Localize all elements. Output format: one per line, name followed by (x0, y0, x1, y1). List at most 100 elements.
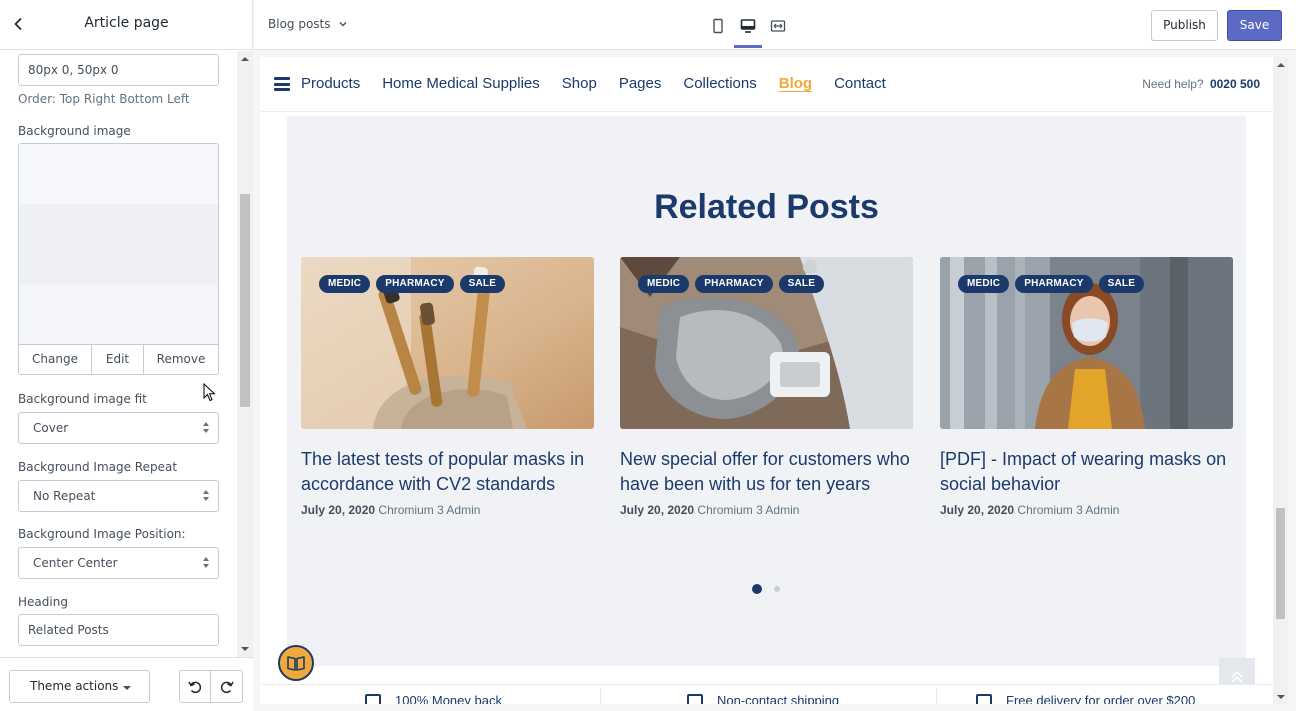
redo-icon[interactable] (211, 671, 242, 702)
post-card: MEDIC PHARMACY SALE [PDF] - Impact of we… (940, 257, 1233, 517)
select-arrows-icon (202, 557, 210, 569)
post-title[interactable]: [PDF] - Impact of wearing masks on socia… (940, 447, 1233, 497)
bg-image-actions: Change Edit Remove (19, 344, 218, 374)
post-meta: July 20, 2020 Chromium 3 Admin (940, 503, 1233, 517)
sidebar-scrollbar[interactable] (237, 51, 253, 657)
bg-position-select[interactable]: Center Center (18, 547, 219, 579)
wallet-icon (365, 694, 381, 704)
tag-pharmacy[interactable]: PHARMACY (376, 275, 454, 293)
nav-link-pages[interactable]: Pages (619, 75, 662, 92)
padding-hint: Order: Top Right Bottom Left (18, 92, 190, 106)
bg-repeat-value: No Repeat (33, 489, 96, 503)
mobile-icon[interactable] (706, 14, 730, 38)
scrollbar-thumb[interactable] (1276, 508, 1285, 619)
nav-link-products[interactable]: Products (301, 75, 360, 92)
nav-link-collections[interactable]: Collections (683, 75, 756, 92)
editor-header: Article page (0, 0, 253, 50)
nav-link-blog[interactable]: Blog (779, 75, 812, 92)
bg-fit-label: Background image fit (18, 392, 147, 406)
padding-input[interactable]: 80px 0, 50px 0 (18, 54, 219, 86)
feature-money-back: 100% Money back (365, 693, 502, 704)
post-image-dental-equipment[interactable]: MEDIC PHARMACY SALE (620, 257, 913, 429)
device-switcher (706, 14, 790, 48)
post-tags: MEDIC PHARMACY SALE (638, 275, 825, 293)
post-image-toothbrushes[interactable]: MEDIC PHARMACY SALE (301, 257, 594, 429)
theme-actions-button[interactable]: Theme actions (9, 670, 150, 703)
related-posts-heading: Related Posts (654, 188, 879, 226)
tag-pharmacy[interactable]: PHARMACY (695, 275, 773, 293)
nav-link-home-medical-supplies[interactable]: Home Medical Supplies (382, 75, 540, 92)
page-selector[interactable]: Blog posts (268, 17, 348, 31)
editor-topbar: Blog posts Publish Save (254, 0, 1296, 50)
scroll-down-icon[interactable] (241, 647, 249, 651)
help-phone[interactable]: 0020 500 (1210, 77, 1260, 91)
help-text: Need help? (1142, 77, 1204, 91)
scroll-down-icon[interactable] (1277, 695, 1285, 699)
feature-label: Non-contact shipping (717, 693, 840, 704)
feature-label: Free delivery for order over $200 (1006, 693, 1196, 704)
heading-input[interactable]: Related Posts (18, 614, 219, 646)
undo-redo-group (179, 670, 243, 703)
caret-down-icon (123, 686, 131, 690)
nav-link-shop[interactable]: Shop (562, 75, 597, 92)
nav-links: Products Home Medical Supplies Shop Page… (301, 75, 908, 92)
tag-pharmacy[interactable]: PHARMACY (1015, 275, 1093, 293)
book-icon[interactable] (278, 645, 314, 681)
tag-medic[interactable]: MEDIC (638, 275, 690, 293)
divider (600, 688, 601, 704)
tag-medic[interactable]: MEDIC (958, 275, 1010, 293)
carousel-dots (752, 584, 780, 594)
fullwidth-icon[interactable] (766, 14, 790, 38)
bg-position-label: Background Image Position: (18, 527, 186, 541)
post-meta: July 20, 2020 Chromium 3 Admin (620, 503, 913, 517)
scroll-up-icon[interactable] (241, 57, 249, 61)
tag-sale[interactable]: SALE (1098, 275, 1145, 293)
post-date: July 20, 2020 (301, 503, 376, 517)
bg-repeat-select[interactable]: No Repeat (18, 480, 219, 512)
bg-image-label: Background image (18, 124, 131, 138)
preview-scrollbar[interactable] (1273, 57, 1288, 704)
bg-repeat-label: Background Image Repeat (18, 460, 178, 474)
tag-sale[interactable]: SALE (778, 275, 825, 293)
page-selector-label: Blog posts (268, 17, 331, 31)
chevron-down-icon (339, 22, 347, 27)
post-tags: MEDIC PHARMACY SALE (319, 275, 506, 293)
save-button[interactable]: Save (1227, 10, 1282, 41)
scrollbar-thumb[interactable] (240, 194, 250, 407)
post-title[interactable]: New special offer for customers who have… (620, 447, 913, 497)
store-nav: Products Home Medical Supplies Shop Page… (260, 57, 1273, 112)
post-image-masked-woman[interactable]: MEDIC PHARMACY SALE (940, 257, 1233, 429)
truck-icon (976, 694, 992, 704)
heading-label: Heading (18, 595, 68, 609)
bg-change-button[interactable]: Change (19, 345, 92, 374)
bg-remove-button[interactable]: Remove (144, 345, 218, 374)
scroll-up-icon[interactable] (1277, 63, 1285, 67)
select-arrows-icon (202, 490, 210, 502)
carousel-dot-1[interactable] (752, 584, 762, 594)
menu-icon[interactable] (274, 77, 290, 91)
tag-sale[interactable]: SALE (459, 275, 506, 293)
editor-title: Article page (84, 15, 169, 31)
nav-link-contact[interactable]: Contact (834, 75, 886, 92)
bg-fit-value: Cover (33, 421, 69, 435)
feature-label: 100% Money back (395, 693, 502, 704)
storefront-preview: Products Home Medical Supplies Shop Page… (260, 57, 1273, 704)
post-author: Chromium 3 Admin (1017, 503, 1120, 517)
help-contact: Need help? 0020 500 (1142, 77, 1260, 91)
bg-fit-select[interactable]: Cover (18, 412, 219, 444)
settings-scroll-area: 80px 0, 50px 0 Order: Top Right Bottom L… (0, 51, 237, 657)
post-author: Chromium 3 Admin (378, 503, 481, 517)
post-author: Chromium 3 Admin (697, 503, 800, 517)
post-meta: July 20, 2020 Chromium 3 Admin (301, 503, 594, 517)
editor-sidebar: Article page 80px 0, 50px 0 Order: Top R… (0, 0, 253, 711)
post-card: MEDIC PHARMACY SALE The latest tests of … (301, 257, 594, 517)
tag-medic[interactable]: MEDIC (319, 275, 371, 293)
post-card: MEDIC PHARMACY SALE New special offer fo… (620, 257, 913, 517)
publish-button[interactable]: Publish (1151, 10, 1218, 41)
undo-icon[interactable] (180, 671, 212, 702)
bg-edit-button[interactable]: Edit (92, 345, 144, 374)
post-tags: MEDIC PHARMACY SALE (958, 275, 1145, 293)
desktop-icon[interactable] (734, 14, 762, 48)
carousel-dot-2[interactable] (774, 586, 780, 592)
post-title[interactable]: The latest tests of popular masks in acc… (301, 447, 594, 497)
